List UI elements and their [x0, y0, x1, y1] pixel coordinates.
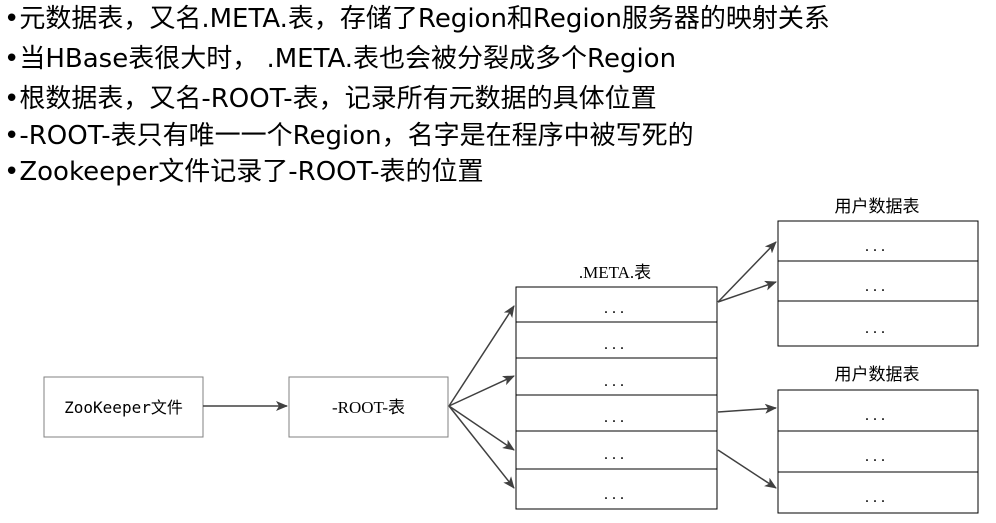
- meta-row-dots: ...: [604, 300, 628, 317]
- user-table-row-dots: ...: [865, 407, 889, 424]
- arrow-meta-to-user-table-bottom: [717, 449, 777, 489]
- meta-table: .META.表 ... ... ... ... ... ...: [515, 263, 718, 510]
- root-table-label: -ROOT-表: [332, 398, 405, 417]
- user-table-top: 用户数据表 ... ... ...: [777, 197, 979, 347]
- zookeeper-label: ZooKeeper文件: [64, 398, 183, 417]
- root-table-node: -ROOT-表: [288, 376, 449, 438]
- user-table-bottom-title: 用户数据表: [835, 365, 920, 384]
- meta-table-title: .META.表: [579, 263, 651, 282]
- user-table-row-dots: ...: [865, 320, 889, 337]
- user-table-row-dots: ...: [865, 238, 889, 255]
- user-table-row-dots: ...: [865, 278, 889, 295]
- arrow-root-to-meta: [448, 405, 515, 489]
- meta-row-dots: ...: [604, 446, 628, 463]
- meta-row-dots: ...: [604, 409, 628, 426]
- arrow-meta-to-user-table-top: [717, 241, 777, 303]
- meta-row-dots: ...: [604, 486, 628, 503]
- user-table-top-title: 用户数据表: [835, 197, 920, 216]
- user-table-row-dots: ...: [865, 489, 889, 506]
- arrow-meta-to-user-table-bottom: [717, 403, 777, 414]
- arrow-root-to-meta: [448, 405, 515, 451]
- zookeeper-node: ZooKeeper文件: [43, 376, 204, 438]
- meta-row-dots: ...: [604, 373, 628, 390]
- user-table-bottom: 用户数据表 ... ... ...: [777, 365, 979, 514]
- user-table-row-dots: ...: [865, 448, 889, 465]
- hbase-region-location-diagram: ZooKeeper文件 -ROOT-表 .META.表 ... ... ... …: [43, 197, 979, 514]
- meta-row-dots: ...: [604, 336, 628, 353]
